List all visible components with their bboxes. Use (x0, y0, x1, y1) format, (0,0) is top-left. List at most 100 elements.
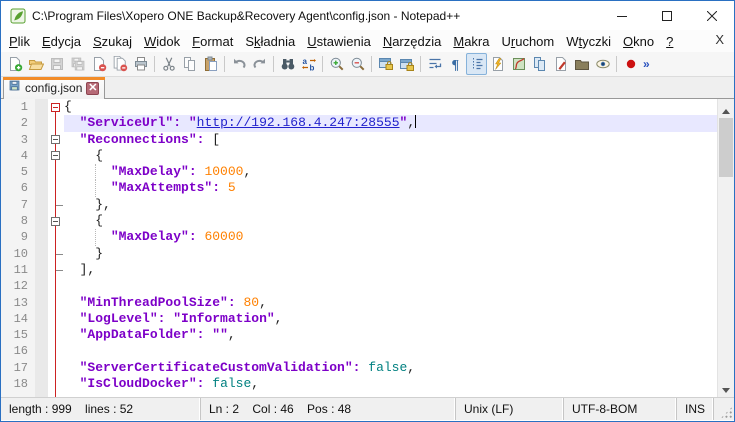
menu-item-narzdzia[interactable]: Narzędzia (377, 32, 448, 51)
fold-collapse-icon[interactable] (51, 135, 60, 144)
close-all-files-button[interactable] (109, 53, 130, 75)
folder-as-workspace-button[interactable] (571, 53, 592, 75)
bookmark-margin[interactable] (35, 262, 48, 278)
function-list-button[interactable] (487, 53, 508, 75)
code-line-text[interactable]: { (64, 213, 717, 229)
code-line-text[interactable]: "MaxDelay": 10000, (64, 164, 717, 180)
minimize-button[interactable] (599, 1, 644, 30)
bookmark-margin[interactable] (35, 311, 48, 327)
bookmark-margin[interactable] (35, 213, 48, 229)
menu-item-plik[interactable]: Plik (3, 32, 36, 51)
tab-config.json[interactable]: config.json✕ (3, 77, 105, 99)
code-line-text[interactable]: "IsCloudDocker": false, (64, 376, 717, 392)
document-list-button[interactable] (529, 53, 550, 75)
scroll-down-arrow-icon[interactable] (718, 380, 734, 397)
sync-vertical-scroll-button[interactable] (375, 53, 396, 75)
code-line-text[interactable]: "MaxDelay": 60000 (64, 229, 717, 245)
bookmark-margin[interactable] (35, 278, 48, 294)
zoom-in-button[interactable] (326, 53, 347, 75)
code-line-text[interactable]: "MinThreadPoolSize": 80, (64, 295, 717, 311)
undo-button[interactable] (228, 53, 249, 75)
menu-item-ustawienia[interactable]: Ustawienia (301, 32, 377, 51)
scroll-up-arrow-icon[interactable] (718, 99, 734, 116)
menu-item-widok[interactable]: Widok (138, 32, 186, 51)
bookmark-margin[interactable] (35, 148, 48, 164)
bookmark-margin[interactable] (35, 197, 48, 213)
resize-grip[interactable] (714, 398, 734, 420)
print-button[interactable] (130, 53, 151, 75)
code-line-text[interactable]: }, (64, 197, 717, 213)
code-line-text[interactable]: "AppDataFolder": "", (64, 327, 717, 343)
code-line-text[interactable]: "LogLevel": "Information", (64, 311, 717, 327)
redo-button[interactable] (249, 53, 270, 75)
line-number: 8 (1, 213, 35, 229)
close-file-button[interactable] (88, 53, 109, 75)
fold-collapse-icon[interactable] (51, 217, 60, 226)
menu-item-format[interactable]: Format (186, 32, 239, 51)
bookmark-margin[interactable] (35, 376, 48, 392)
fold-collapse-icon[interactable] (51, 151, 60, 160)
file-monitoring-button[interactable] (550, 53, 571, 75)
bookmark-margin[interactable] (35, 115, 48, 131)
vertical-scrollbar[interactable] (717, 99, 734, 397)
encoding[interactable]: UTF-8-BOM (564, 398, 677, 420)
bookmark-margin[interactable] (35, 99, 48, 115)
bookmark-margin[interactable] (35, 343, 48, 359)
bookmark-margin[interactable] (35, 327, 48, 343)
insert-mode[interactable]: INS (677, 398, 714, 420)
line-number: 15 (1, 327, 35, 343)
bookmark-margin[interactable] (35, 295, 48, 311)
code-line-text[interactable]: { (64, 99, 717, 115)
show-all-characters-button[interactable]: ¶ (445, 53, 466, 75)
find-button[interactable] (277, 53, 298, 75)
record-macro-button[interactable] (620, 53, 641, 75)
code-line-text[interactable]: { (64, 148, 717, 164)
copy-button[interactable] (179, 53, 200, 75)
menu-item-okno[interactable]: Okno (617, 32, 660, 51)
bookmark-margin[interactable] (35, 132, 48, 148)
code-line-text[interactable] (64, 343, 717, 359)
open-file-button[interactable] (25, 53, 46, 75)
code-line-text[interactable]: } (64, 246, 717, 262)
show-indent-guide-button[interactable] (466, 53, 487, 75)
scrollbar-thumb[interactable] (719, 118, 733, 177)
bookmark-margin[interactable] (35, 360, 48, 376)
code-line-text[interactable]: ], (64, 262, 717, 278)
url-link[interactable]: http://192.168.4.247:28555 (197, 115, 400, 130)
code-line-text[interactable]: "ServiceUrl": "http://192.168.4.247:2855… (64, 115, 717, 131)
preview-button[interactable] (592, 53, 613, 75)
menu-item-?[interactable]: ? (660, 32, 679, 51)
menu-item-wtyczki[interactable]: Wtyczki (560, 32, 617, 51)
close-button[interactable] (689, 1, 734, 30)
editor-area[interactable]: 1{2 "ServiceUrl": "http://192.168.4.247:… (1, 99, 734, 397)
code-line-text[interactable]: "ServerCertificateCustomValidation": fal… (64, 360, 717, 376)
document-map-button[interactable] (508, 53, 529, 75)
cursor-position[interactable]: Ln : 2 Col : 46 Pos : 48 (201, 398, 456, 420)
paste-button[interactable] (200, 53, 221, 75)
new-file-button[interactable] (4, 53, 25, 75)
bookmark-margin[interactable] (35, 164, 48, 180)
zoom-out-button[interactable] (347, 53, 368, 75)
bookmark-margin[interactable] (35, 246, 48, 262)
menu-item-makra[interactable]: Makra (447, 32, 495, 51)
document-stats[interactable]: length : 999 lines : 52 (1, 398, 201, 420)
menu-close-button[interactable]: X (715, 32, 724, 47)
code-line-text[interactable] (64, 278, 717, 294)
replace-button[interactable]: ab (298, 53, 319, 75)
menu-item-szukaj[interactable]: Szukaj (87, 32, 138, 51)
bookmark-margin[interactable] (35, 229, 48, 245)
code-line-text[interactable]: "MaxAttempts": 5 (64, 180, 717, 196)
menu-item-uruchom[interactable]: Uruchom (495, 32, 560, 51)
eol-format[interactable]: Unix (LF) (456, 398, 564, 420)
menu-item-edycja[interactable]: Edycja (36, 32, 87, 51)
cut-button[interactable] (158, 53, 179, 75)
maximize-button[interactable] (644, 1, 689, 30)
bookmark-margin[interactable] (35, 180, 48, 196)
tab-close-icon[interactable]: ✕ (86, 82, 99, 95)
fold-collapse-icon[interactable] (51, 103, 60, 112)
word-wrap-button[interactable] (424, 53, 445, 75)
menu-item-skadnia[interactable]: Składnia (239, 32, 301, 51)
code-line-text[interactable]: "Reconnections": [ (64, 132, 717, 148)
sync-horizontal-scroll-button[interactable] (396, 53, 417, 75)
toolbar-overflow-chevron[interactable]: » (643, 57, 650, 71)
